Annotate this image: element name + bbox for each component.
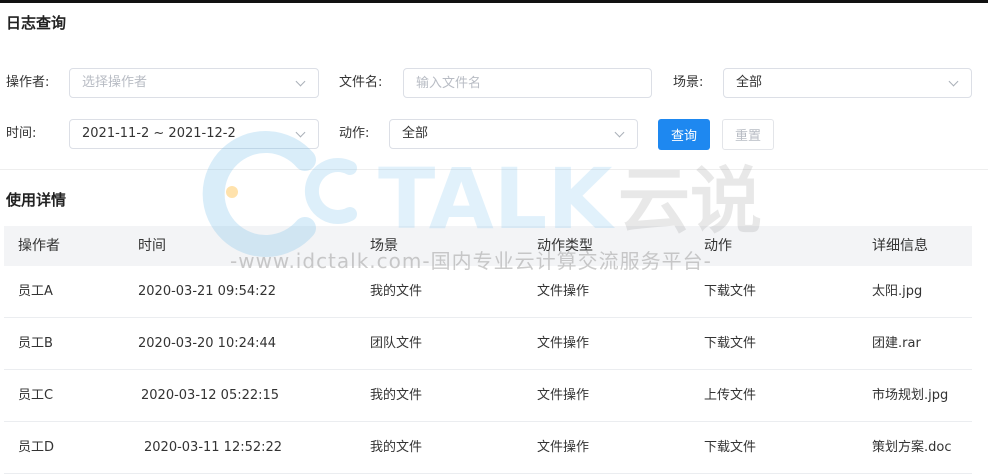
usage-detail-table: 操作者 时间 场景 动作类型 动作 详细信息 员工A 2020-03-21 09… — [4, 226, 972, 474]
cell-action-type: 文件操作 — [537, 336, 590, 351]
operator-placeholder: 选择操作者 — [82, 75, 148, 90]
cell-time: 2020-03-20 10:24:44 — [138, 336, 277, 351]
chevron-down-icon — [948, 76, 959, 87]
chevron-down-icon — [295, 127, 306, 138]
table-row[interactable]: 员工B 2020-03-20 10:24:44 团队文件 文件操作 下载文件 团… — [4, 318, 972, 370]
cell-action: 下载文件 — [704, 284, 757, 299]
table-row[interactable]: 员工C 2020-03-12 05:22:15 我的文件 文件操作 上传文件 市… — [4, 370, 972, 422]
operator-select[interactable]: 选择操作者 — [69, 68, 319, 98]
chevron-down-icon — [295, 76, 306, 87]
cell-operator: 员工A — [18, 284, 53, 299]
query-button[interactable]: 查询 — [658, 119, 710, 150]
section-divider — [0, 169, 988, 170]
cell-operator: 员工C — [18, 388, 54, 403]
column-header-action-type[interactable]: 动作类型 — [537, 226, 593, 266]
column-header-operator[interactable]: 操作者 — [18, 226, 60, 266]
cell-time: 2020-03-11 12:52:22 — [144, 440, 283, 455]
operator-label: 操作者: — [6, 75, 50, 90]
cell-scene: 团队文件 — [370, 336, 423, 351]
cell-action: 下载文件 — [704, 336, 757, 351]
cell-time: 2020-03-21 09:54:22 — [138, 284, 277, 299]
column-header-scene[interactable]: 场景 — [370, 226, 398, 266]
cell-details: 市场规划.jpg — [872, 388, 949, 403]
table-header: 操作者 时间 场景 动作类型 动作 详细信息 — [4, 226, 972, 266]
scene-value: 全部 — [736, 75, 763, 90]
column-header-action[interactable]: 动作 — [704, 226, 732, 266]
column-header-time[interactable]: 时间 — [138, 226, 166, 266]
reset-button[interactable]: 重置 — [722, 119, 774, 150]
action-label: 动作: — [339, 126, 370, 141]
time-range-picker[interactable]: 2021-11-2 ~ 2021-12-2 — [69, 119, 319, 149]
section-title: 使用详情 — [6, 191, 67, 209]
scene-select[interactable]: 全部 — [723, 68, 972, 98]
cell-details: 太阳.jpg — [872, 284, 923, 299]
time-label: 时间: — [6, 126, 37, 141]
chevron-down-icon — [614, 127, 625, 138]
scene-label: 场景: — [673, 75, 704, 90]
filename-field[interactable] — [403, 68, 652, 98]
cell-details: 团建.rar — [872, 336, 921, 351]
action-value: 全部 — [402, 126, 429, 141]
action-select[interactable]: 全部 — [389, 119, 638, 149]
cell-scene: 我的文件 — [370, 388, 423, 403]
cell-scene: 我的文件 — [370, 440, 423, 455]
filename-label: 文件名: — [339, 75, 383, 90]
time-range-value: 2021-11-2 ~ 2021-12-2 — [82, 126, 236, 141]
cell-details: 策划方案.doc — [872, 440, 952, 455]
cell-operator: 员工D — [18, 440, 55, 455]
table-row[interactable]: 员工A 2020-03-21 09:54:22 我的文件 文件操作 下载文件 太… — [4, 266, 972, 318]
filename-input[interactable] — [404, 69, 651, 97]
column-header-details[interactable]: 详细信息 — [872, 226, 928, 266]
cell-operator: 员工B — [18, 336, 53, 351]
filter-panel: 操作者: 选择操作者 文件名: 场景: 全部 时间: 2021-11-2 ~ 2… — [0, 0, 988, 170]
cell-action: 上传文件 — [704, 388, 757, 403]
cell-action-type: 文件操作 — [537, 440, 590, 455]
cell-time: 2020-03-12 05:22:15 — [141, 388, 280, 403]
cell-scene: 我的文件 — [370, 284, 423, 299]
cell-action: 下载文件 — [704, 440, 757, 455]
cell-action-type: 文件操作 — [537, 284, 590, 299]
table-row[interactable]: 员工D 2020-03-11 12:52:22 我的文件 文件操作 下载文件 策… — [4, 422, 972, 474]
cell-action-type: 文件操作 — [537, 388, 590, 403]
